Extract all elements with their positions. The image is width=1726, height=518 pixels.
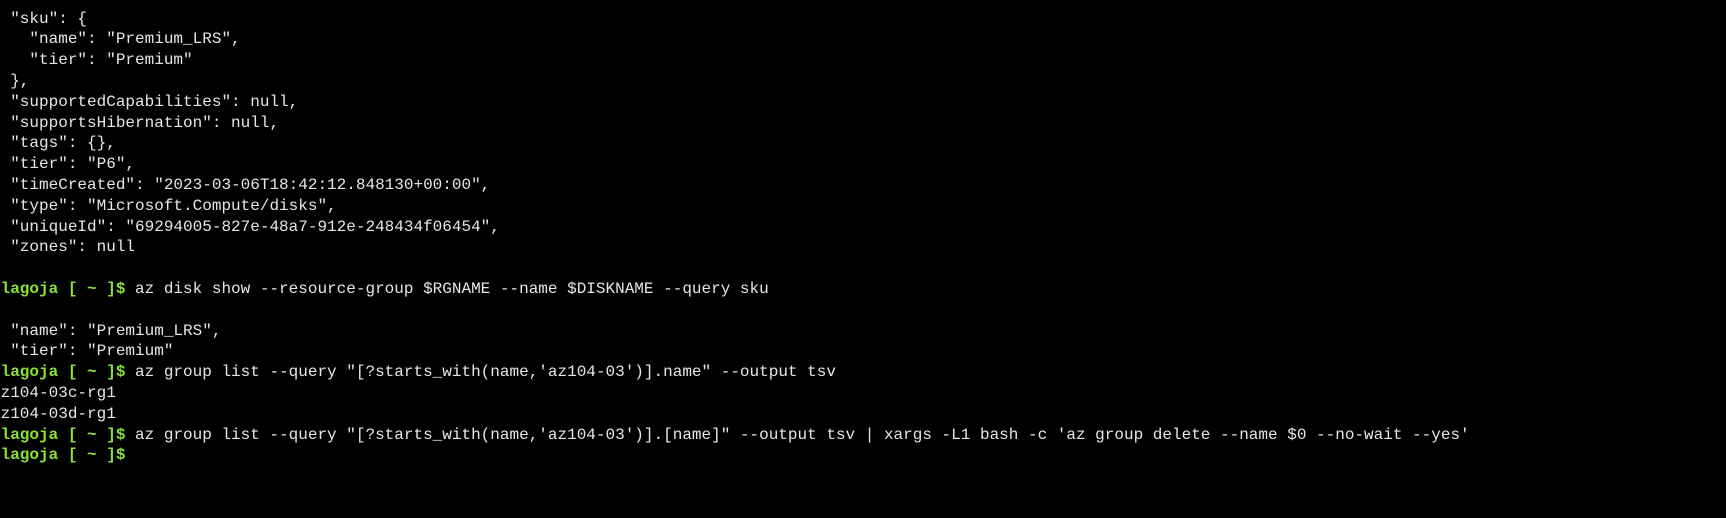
output-line: {	[0, 299, 1, 322]
command-line: blagoja [ ~ ]$ az group list --query "[?…	[0, 361, 836, 384]
output-line: "tier": "Premium"	[0, 51, 193, 70]
output-line: "tier": "Premium"	[0, 342, 174, 361]
output-line: "tags": {},	[0, 134, 116, 153]
command-text: az group list --query "[?starts_with(nam…	[125, 425, 1470, 444]
output-line: "sku": {	[0, 9, 88, 28]
shell-prompt: blagoja [ ~ ]$	[0, 446, 126, 465]
command-text: az group list --query "[?starts_with(nam…	[125, 363, 836, 382]
command-text: az disk show --resource-group $RGNAME --…	[125, 279, 769, 298]
output-line: "timeCreated": "2023-03-06T18:42:12.8481…	[0, 175, 491, 194]
output-line: "name": "Premium_LRS",	[0, 321, 222, 340]
output-line: "name": "Premium_LRS",	[0, 30, 241, 49]
output-line: }	[0, 257, 1, 280]
command-line: blagoja [ ~ ]$ az group list --query "[?…	[0, 424, 1470, 447]
command-line: blagoja [ ~ ]$ az disk show --resource-g…	[0, 278, 769, 301]
output-line: },	[10, 71, 30, 90]
output-line: az104-03d-rg1	[0, 404, 116, 423]
command-line: blagoja [ ~ ]$	[0, 444, 125, 467]
output-line: "zones": null	[0, 238, 136, 257]
shell-prompt: blagoja [ ~ ]$	[0, 425, 126, 444]
terminal-window[interactable]: "sku": { "name": "Premium_LRS", "tier": …	[0, 0, 1726, 518]
output-line: "uniqueId": "69294005-827e-48a7-912e-248…	[0, 217, 500, 236]
output-line: "tier": "P6",	[0, 155, 136, 174]
output-line: "supportedCapabilities": null,	[0, 92, 299, 111]
shell-prompt: blagoja [ ~ ]$	[0, 279, 126, 298]
output-line: "type": "Microsoft.Compute/disks",	[0, 196, 337, 215]
output-line: az104-03c-rg1	[0, 383, 116, 402]
shell-prompt: blagoja [ ~ ]$	[0, 363, 126, 382]
output-line: "supportsHibernation": null,	[0, 113, 280, 132]
